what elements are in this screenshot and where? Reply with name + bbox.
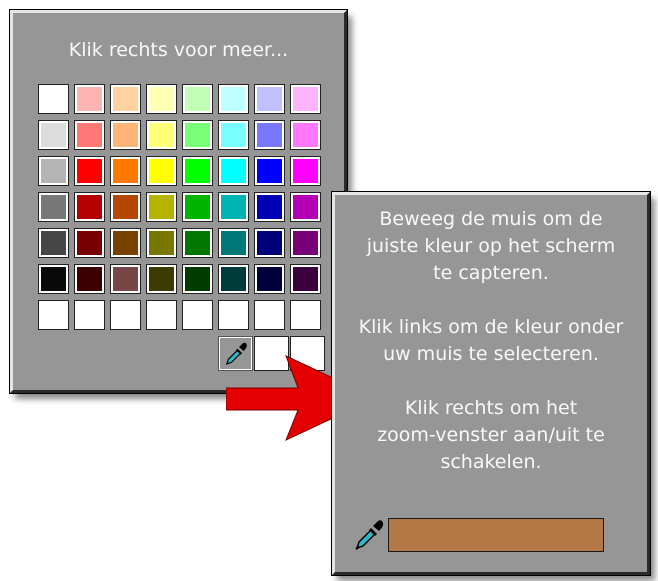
color-swatch[interactable]	[218, 120, 249, 150]
instruction-line: Klik links om de kleur onder	[358, 316, 624, 338]
color-preview-swatch	[388, 518, 604, 552]
color-swatch[interactable]	[290, 228, 321, 258]
color-swatch[interactable]	[182, 264, 213, 294]
color-swatch[interactable]	[218, 84, 249, 114]
color-swatch[interactable]	[110, 300, 141, 330]
color-swatch[interactable]	[146, 156, 177, 186]
color-swatch[interactable]	[74, 264, 105, 294]
color-swatch[interactable]	[146, 228, 177, 258]
color-swatch[interactable]	[146, 264, 177, 294]
color-swatch[interactable]	[182, 84, 213, 114]
color-swatch[interactable]	[146, 192, 177, 222]
color-swatch[interactable]	[110, 264, 141, 294]
color-swatch[interactable]	[182, 228, 213, 258]
instruction-line: uw muis te selecteren.	[383, 343, 599, 365]
instruction-line: zoom-venster aan/uit te	[377, 424, 605, 446]
color-swatch[interactable]	[254, 84, 285, 114]
color-swatch[interactable]	[254, 228, 285, 258]
color-swatch[interactable]	[218, 264, 249, 294]
color-swatch[interactable]	[38, 264, 69, 294]
color-swatch[interactable]	[74, 156, 105, 186]
color-swatch[interactable]	[38, 300, 69, 330]
color-swatch[interactable]	[254, 264, 285, 294]
color-swatch[interactable]	[146, 84, 177, 114]
color-swatch[interactable]	[74, 192, 105, 222]
color-swatch[interactable]	[38, 156, 69, 186]
color-swatch[interactable]	[74, 300, 105, 330]
color-swatch[interactable]	[218, 192, 249, 222]
color-swatch[interactable]	[110, 84, 141, 114]
color-palette-panel: Klik rechts voor meer...	[10, 10, 347, 393]
color-swatch[interactable]	[182, 300, 213, 330]
color-swatch[interactable]	[218, 156, 249, 186]
color-swatch[interactable]	[290, 156, 321, 186]
color-swatch[interactable]	[218, 228, 249, 258]
instruction-line: juiste kleur op het scherm	[366, 235, 616, 257]
color-swatch[interactable]	[290, 120, 321, 150]
color-swatch[interactable]	[182, 192, 213, 222]
instruction-line: schakelen.	[440, 451, 542, 473]
color-swatch[interactable]	[110, 192, 141, 222]
color-swatch[interactable]	[254, 156, 285, 186]
color-swatch[interactable]	[254, 300, 285, 330]
color-picker-panel: Beweeg de muis om de juiste kleur op het …	[332, 192, 650, 575]
instruction-line: Beweeg de muis om de	[379, 208, 603, 230]
color-swatch[interactable]	[38, 192, 69, 222]
color-swatch[interactable]	[182, 120, 213, 150]
color-swatch[interactable]	[254, 192, 285, 222]
color-swatch[interactable]	[218, 300, 249, 330]
color-swatch[interactable]	[38, 228, 69, 258]
color-swatch[interactable]	[74, 84, 105, 114]
color-swatch[interactable]	[182, 156, 213, 186]
eyedropper-icon	[353, 518, 385, 552]
palette-title: Klik rechts voor meer...	[68, 39, 289, 61]
color-swatch[interactable]	[74, 228, 105, 258]
color-swatch[interactable]	[110, 156, 141, 186]
color-swatch[interactable]	[290, 84, 321, 114]
color-swatch[interactable]	[290, 300, 321, 330]
color-swatch[interactable]	[110, 228, 141, 258]
color-swatch[interactable]	[38, 84, 69, 114]
color-swatch[interactable]	[74, 120, 105, 150]
instruction-line: Klik rechts om het	[404, 397, 578, 419]
color-swatch[interactable]	[146, 120, 177, 150]
color-swatch[interactable]	[254, 120, 285, 150]
color-swatch[interactable]	[38, 120, 69, 150]
color-swatch[interactable]	[290, 192, 321, 222]
instruction-line: te capteren.	[433, 262, 549, 284]
color-swatch[interactable]	[146, 300, 177, 330]
color-swatch[interactable]	[290, 264, 321, 294]
color-swatch[interactable]	[110, 120, 141, 150]
